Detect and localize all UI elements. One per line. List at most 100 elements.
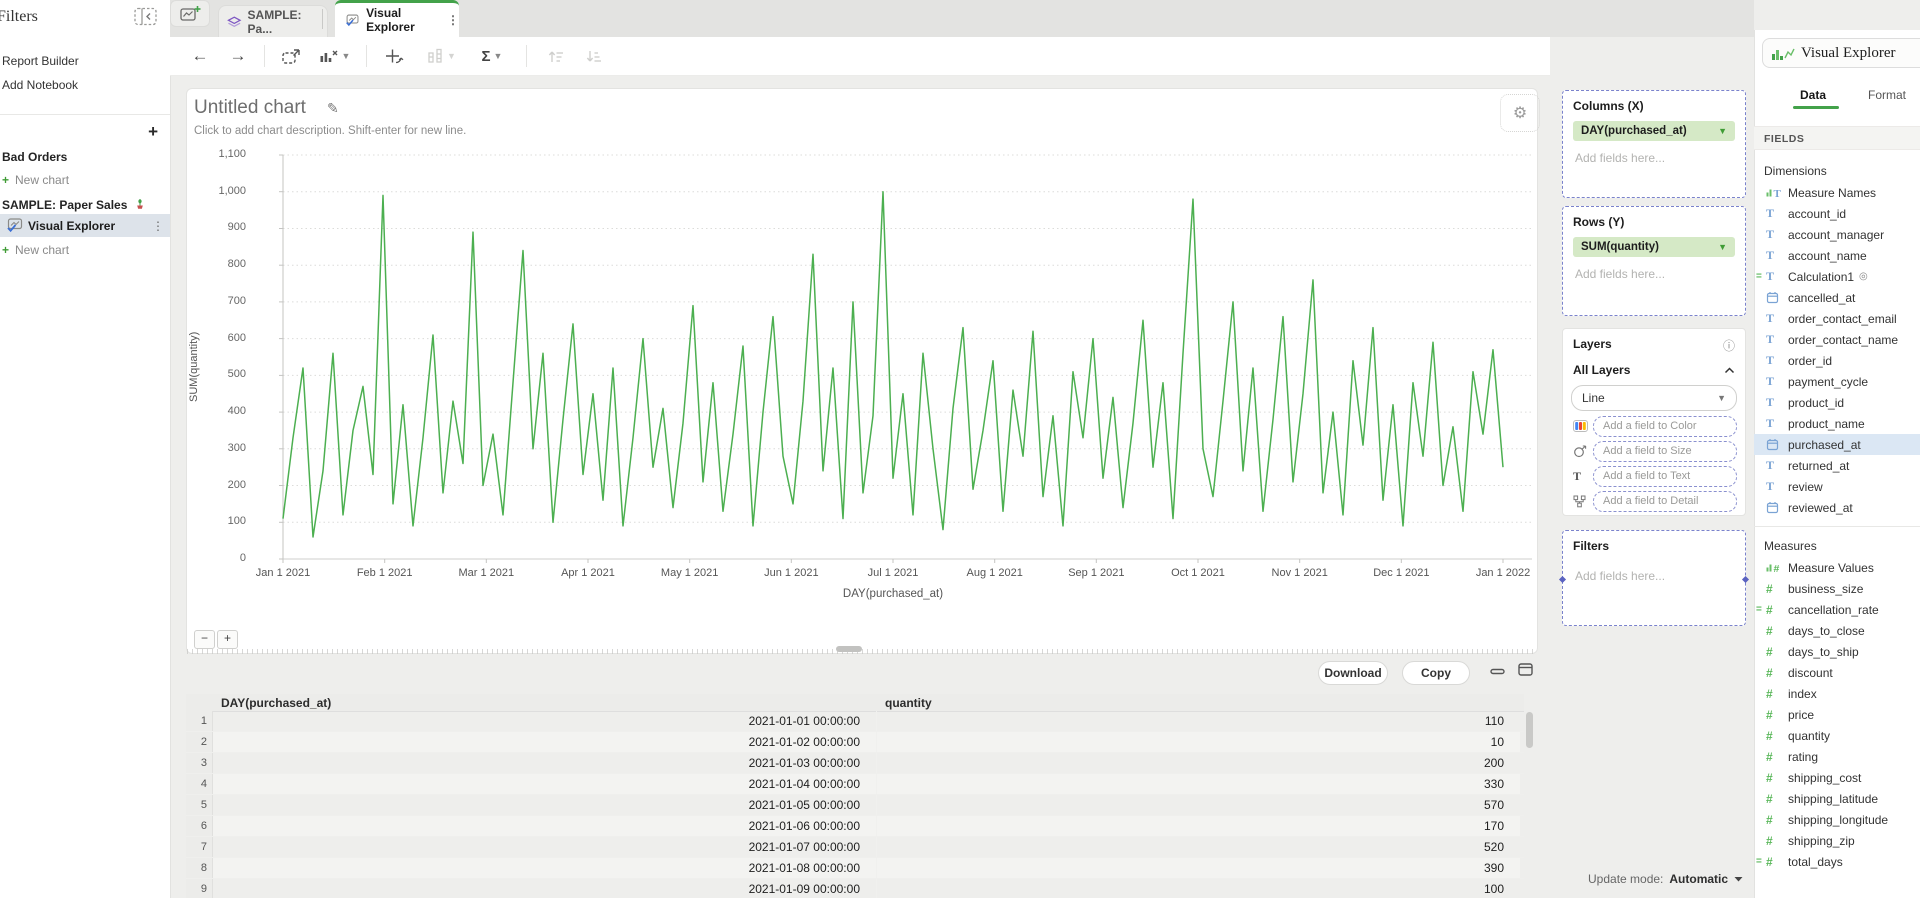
time-scrubber-ruler[interactable]: [187, 649, 1537, 654]
collapse-sidebar-button[interactable]: [134, 7, 160, 27]
rows-field-pill[interactable]: SUM(quantity) ▼: [1573, 237, 1735, 257]
table-header-date[interactable]: DAY(purchased_at): [221, 696, 331, 710]
sidebar-item-add-notebook[interactable]: Add Notebook: [0, 74, 172, 96]
chart-plot-area[interactable]: [252, 150, 1534, 570]
cell-date[interactable]: 2021-01-05 00:00:00: [213, 795, 877, 815]
table-scrollbar-thumb[interactable]: [1526, 712, 1533, 748]
stack-marks-button[interactable]: ▼: [420, 37, 462, 75]
field-item[interactable]: #index: [1754, 683, 1920, 704]
field-item[interactable]: #business_size: [1754, 578, 1920, 599]
field-item[interactable]: #Measure Values: [1754, 557, 1920, 578]
sort-descending-button[interactable]: [578, 37, 608, 75]
edit-title-pencil-icon[interactable]: ✎: [327, 100, 339, 117]
tab-data[interactable]: Data: [1800, 88, 1826, 102]
field-item[interactable]: Treview: [1754, 476, 1920, 497]
add-field-to-detail[interactable]: Add a field to Detail: [1593, 491, 1737, 512]
new-tab-button[interactable]: [170, 0, 210, 27]
cell-date[interactable]: 2021-01-08 00:00:00: [213, 858, 877, 878]
chart-title[interactable]: Untitled chart: [194, 97, 306, 119]
sidebar-new-chart-bottom[interactable]: +New chart: [0, 239, 172, 261]
field-item[interactable]: #shipping_longitude: [1754, 809, 1920, 830]
mark-type-select[interactable]: Line ▼: [1571, 385, 1737, 411]
cell-quantity[interactable]: 100: [877, 879, 1520, 898]
add-page-button[interactable]: +: [148, 122, 158, 142]
field-item[interactable]: #shipping_cost: [1754, 767, 1920, 788]
field-item[interactable]: Tpayment_cycle: [1754, 371, 1920, 392]
cell-date[interactable]: 2021-01-06 00:00:00: [213, 816, 877, 836]
field-item[interactable]: Torder_contact_name: [1754, 329, 1920, 350]
field-item[interactable]: #days_to_close: [1754, 620, 1920, 641]
table-row[interactable]: 22021-01-02 00:00:0010: [186, 732, 1524, 753]
field-item[interactable]: =TCalculation1◎: [1754, 266, 1920, 287]
cell-quantity[interactable]: 330: [877, 774, 1520, 794]
cell-quantity[interactable]: 570: [877, 795, 1520, 815]
chart-zoom-out-button[interactable]: −: [194, 630, 215, 649]
cell-quantity[interactable]: 170: [877, 816, 1520, 836]
cell-quantity[interactable]: 200: [877, 753, 1520, 773]
field-item[interactable]: TMeasure Names: [1754, 182, 1920, 203]
clear-chart-button[interactable]: ▼: [312, 37, 356, 75]
update-mode-control[interactable]: Update mode: Automatic: [1588, 872, 1743, 886]
field-item[interactable]: #shipping_zip: [1754, 830, 1920, 851]
field-item[interactable]: #rating: [1754, 746, 1920, 767]
sidebar-new-chart-top[interactable]: +New chart: [0, 169, 172, 191]
field-item[interactable]: #quantity: [1754, 725, 1920, 746]
sidebar-item-bad-orders[interactable]: Bad Orders: [0, 146, 172, 168]
field-item[interactable]: =#cancellation_rate: [1754, 599, 1920, 620]
undo-button[interactable]: ←: [186, 37, 214, 75]
sort-ascending-button[interactable]: [540, 37, 570, 75]
field-item[interactable]: =#total_days: [1754, 851, 1920, 872]
field-item[interactable]: cancelled_at: [1754, 287, 1920, 308]
cell-date[interactable]: 2021-01-07 00:00:00: [213, 837, 877, 857]
table-row[interactable]: 12021-01-01 00:00:00110: [186, 711, 1524, 732]
expand-table-button[interactable]: [1518, 663, 1534, 680]
cell-quantity[interactable]: 520: [877, 837, 1520, 857]
copy-button[interactable]: Copy: [1402, 661, 1470, 685]
rows-shelf[interactable]: Rows (Y) SUM(quantity) ▼ Add fields here…: [1562, 206, 1746, 316]
field-item[interactable]: Torder_id: [1754, 350, 1920, 371]
table-row[interactable]: 52021-01-05 00:00:00570: [186, 795, 1524, 816]
info-icon[interactable]: ⓘ: [1723, 337, 1735, 354]
table-row[interactable]: 42021-01-04 00:00:00330: [186, 774, 1524, 795]
sidebar-item-report-builder[interactable]: Report Builder: [0, 50, 172, 72]
field-item[interactable]: Torder_contact_email: [1754, 308, 1920, 329]
table-header-quantity[interactable]: quantity: [885, 696, 932, 710]
field-item[interactable]: reviewed_at: [1754, 497, 1920, 518]
field-item[interactable]: #discount: [1754, 662, 1920, 683]
table-row[interactable]: 72021-01-07 00:00:00520: [186, 837, 1524, 858]
cell-date[interactable]: 2021-01-03 00:00:00: [213, 753, 877, 773]
download-button[interactable]: Download: [1318, 661, 1388, 685]
cell-date[interactable]: 2021-01-09 00:00:00: [213, 879, 877, 898]
sidebar-item-sample-paper-sales[interactable]: SAMPLE: Paper Sales: [0, 194, 172, 216]
tab-sample-paper-sales[interactable]: SAMPLE: Pa...: [218, 5, 328, 38]
maximize-element-button[interactable]: [276, 37, 306, 75]
cell-date[interactable]: 2021-01-04 00:00:00: [213, 774, 877, 794]
sidebar-item-visual-explorer[interactable]: Visual Explorer ⋮: [0, 214, 170, 237]
swap-axes-button[interactable]: [378, 37, 410, 75]
add-field-to-text[interactable]: Add a field to Text: [1593, 466, 1737, 487]
table-row[interactable]: 32021-01-03 00:00:00200: [186, 753, 1524, 774]
columns-shelf[interactable]: Columns (X) DAY(purchased_at) ▼ Add fiel…: [1562, 90, 1746, 198]
item-menu-dots-icon[interactable]: ⋮: [152, 219, 164, 233]
collapse-table-button[interactable]: [1490, 665, 1506, 680]
columns-field-pill[interactable]: DAY(purchased_at) ▼: [1573, 121, 1735, 141]
field-item[interactable]: #shipping_latitude: [1754, 788, 1920, 809]
field-item[interactable]: Tproduct_name: [1754, 413, 1920, 434]
tab-format[interactable]: Format: [1868, 88, 1906, 102]
table-row[interactable]: 92021-01-09 00:00:00100: [186, 879, 1524, 898]
field-item[interactable]: Taccount_manager: [1754, 224, 1920, 245]
field-item[interactable]: Treturned_at: [1754, 455, 1920, 476]
table-row[interactable]: 62021-01-06 00:00:00170: [186, 816, 1524, 837]
chart-zoom-in-button[interactable]: +: [217, 630, 238, 649]
cell-date[interactable]: 2021-01-01 00:00:00: [213, 711, 877, 731]
tab-menu-dots-icon[interactable]: ⋮: [447, 13, 459, 27]
aggregate-button[interactable]: Σ ▼: [470, 37, 514, 75]
field-item[interactable]: #days_to_ship: [1754, 641, 1920, 662]
field-item[interactable]: Taccount_name: [1754, 245, 1920, 266]
redo-button[interactable]: →: [224, 37, 252, 75]
cell-quantity[interactable]: 390: [877, 858, 1520, 878]
panel-resize-handle[interactable]: [836, 646, 862, 652]
field-item[interactable]: Tproduct_id: [1754, 392, 1920, 413]
element-type-header[interactable]: Visual Explorer: [1762, 38, 1920, 68]
add-field-to-size[interactable]: Add a field to Size: [1593, 441, 1737, 462]
